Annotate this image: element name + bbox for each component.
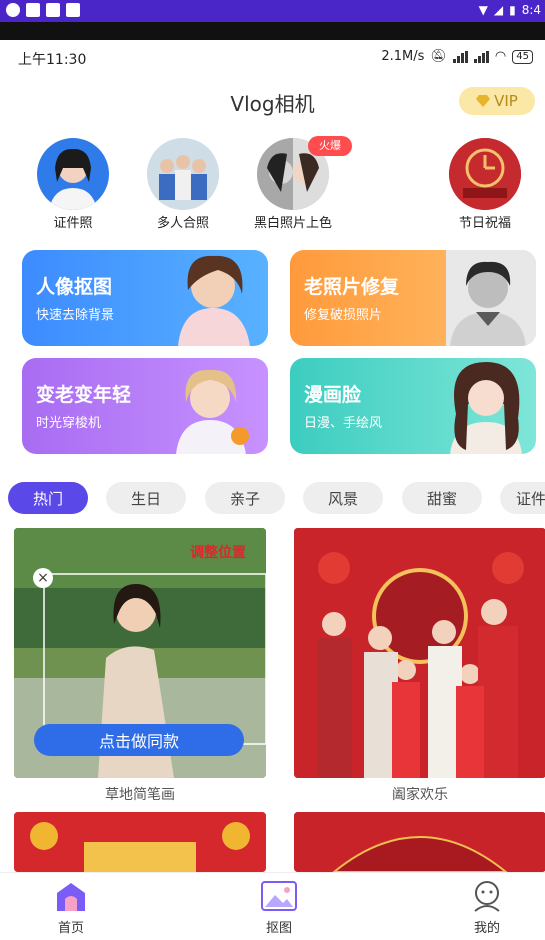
template-grass-sketch[interactable]: × 调整位置 点击做同款	[14, 528, 266, 778]
card-subtitle: 快速去除背景	[36, 308, 115, 323]
bottom-nav: 首页 抠图 我的	[0, 872, 545, 940]
id-photo-avatar	[37, 138, 109, 210]
app-icon	[66, 3, 80, 17]
card-title: 老照片修复	[304, 276, 400, 298]
card-title: 漫画脸	[304, 384, 362, 406]
nav-home[interactable]: 首页	[36, 879, 106, 936]
template-caption: 阖家欢乐	[392, 787, 448, 803]
holiday-avatar	[449, 138, 521, 210]
feature-label: 证件照	[53, 216, 93, 231]
feature-holiday[interactable]: 节日祝福	[430, 138, 540, 231]
notification-circle-icon	[6, 3, 20, 17]
network-speed: 2.1M/s	[381, 49, 425, 64]
app-header: Vlog相机 VIP	[0, 84, 545, 120]
card-old-photo-image	[446, 250, 536, 346]
tab-id[interactable]: 证件	[500, 482, 545, 514]
user-icon	[467, 879, 507, 913]
template-family-joy[interactable]	[294, 528, 545, 778]
signal-bars-2-icon	[473, 50, 489, 63]
hot-badge: 火爆	[308, 136, 352, 156]
battery-icon: ▮	[509, 3, 516, 17]
card-title: 变老变年轻	[36, 384, 132, 406]
tab-birthday[interactable]: 生日	[106, 482, 186, 514]
close-icon[interactable]: ×	[33, 568, 53, 588]
nav-label: 抠图	[265, 921, 292, 936]
wifi-icon: ▼	[478, 3, 488, 17]
template-next-right[interactable]	[294, 812, 545, 872]
group-photo-avatar	[147, 138, 219, 210]
feature-label: 节日祝福	[458, 216, 511, 231]
card-subtitle: 时光穿梭机	[36, 416, 102, 431]
card-title: 人像抠图	[36, 276, 113, 298]
mute-icon: 🔕︎	[430, 49, 447, 64]
file-icon	[46, 3, 60, 17]
template-next-right-image	[294, 812, 545, 872]
vip-label: VIP	[494, 92, 518, 110]
status-time: 上午11:30	[18, 52, 87, 68]
system-status-bar: ▼ ◢ ▮ 8:4	[0, 0, 545, 22]
make-same-button[interactable]: 点击做同款	[34, 724, 244, 756]
nav-label: 我的	[473, 921, 500, 936]
feature-label: 黑白照片上色	[253, 216, 332, 231]
card-subtitle: 修复破损照片	[304, 308, 383, 323]
diamond-icon	[476, 95, 491, 107]
card-cartoon-image	[450, 362, 522, 454]
home-icon	[51, 879, 91, 913]
tab-family[interactable]: 亲子	[205, 482, 285, 514]
feature-colorize[interactable]: 火爆 黑白照片上色	[238, 136, 352, 231]
signal-icon: ◢	[493, 3, 504, 17]
card-portrait-cutout[interactable]: 人像抠图 快速去除背景	[22, 250, 268, 346]
feature-group-photo[interactable]: 多人合照	[128, 138, 238, 231]
template-family-image	[294, 528, 545, 778]
adjust-position-tag: 调整位置	[190, 545, 246, 561]
system-time: 8:4	[521, 3, 541, 17]
circle-features: 证件照 多人合照 火爆 黑白照片上色 节日祝福	[0, 136, 545, 231]
image-icon	[259, 879, 299, 913]
vip-button[interactable]: VIP	[459, 87, 535, 115]
tab-sweet[interactable]: 甜蜜	[402, 482, 482, 514]
card-portrait-image	[178, 255, 250, 346]
feature-label: 多人合照	[156, 216, 209, 231]
tab-scenery[interactable]: 风景	[303, 482, 383, 514]
black-strip	[0, 22, 545, 40]
card-cartoon-face[interactable]: 漫画脸 日漫、手绘风	[290, 358, 536, 454]
template-caption: 草地简笔画	[105, 787, 175, 803]
card-age-image	[176, 369, 249, 454]
category-tabs: 热门 生日 亲子 风景 甜蜜 证件	[0, 482, 545, 516]
template-next-left[interactable]	[14, 812, 266, 872]
feature-id-photo[interactable]: 证件照	[18, 138, 128, 231]
nav-cutout[interactable]: 抠图	[244, 879, 314, 936]
signal-bars-icon	[452, 50, 468, 63]
wifi-signal-icon: ◠	[494, 49, 507, 64]
card-age-change[interactable]: 变老变年轻 时光穿梭机	[22, 358, 268, 454]
template-next-left-image	[14, 812, 266, 872]
nav-profile[interactable]: 我的	[452, 879, 522, 936]
battery-level: 45	[512, 49, 533, 64]
nav-label: 首页	[57, 921, 84, 936]
card-old-photo-repair[interactable]: 老照片修复 修复破损照片	[290, 250, 536, 346]
phone-status-row: 上午11:30 2.1M/s 🔕︎ ◠ 45	[0, 44, 545, 70]
card-subtitle: 日漫、手绘风	[304, 416, 383, 431]
mail-icon	[26, 3, 40, 17]
tab-hot[interactable]: 热门	[8, 482, 88, 514]
